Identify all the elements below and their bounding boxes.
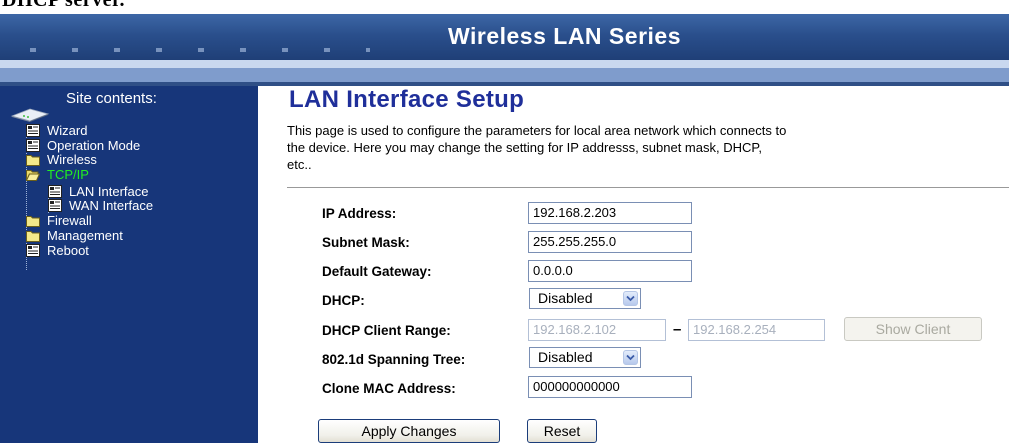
page-description: This page is used to configure the param… [287,122,1009,173]
top-caption-fragment: DHCP server. [0,0,1009,14]
dhcp-range-start-input[interactable]: 192.168.2.102 [528,319,666,341]
ip-address-label: IP Address: [322,206,397,221]
dhcp-select-value: Disabled [538,290,593,306]
default-gateway-label: Default Gateway: [322,264,432,279]
header-stripe [0,60,1009,68]
page-icon [26,244,40,257]
spanning-tree-label: 802.1d Spanning Tree: [322,352,466,367]
top-caption-text: DHCP server. [2,0,126,11]
apply-changes-button[interactable]: Apply Changes [318,419,500,443]
folder-icon [26,216,40,227]
page-icon [26,139,40,152]
description-line: etc.. [287,157,312,172]
sidebar-item-label: Management [47,228,123,243]
dhcp-range-separator: – [673,321,682,338]
sidebar-item-label: WAN Interface [69,198,154,213]
description-line: This page is used to configure the param… [287,123,787,138]
default-gateway-input[interactable]: 0.0.0.0 [528,260,692,282]
sidebar-item-label: LAN Interface [69,184,149,199]
sidebar-item-label: Firewall [47,213,92,228]
spanning-tree-select-value: Disabled [538,349,593,365]
dhcp-range-end-input[interactable]: 192.168.2.254 [688,319,825,341]
clone-mac-label: Clone MAC Address: [322,381,456,396]
sidebar-item-label: Operation Mode [47,138,141,153]
folder-open-icon [26,170,40,181]
banner-title: Wireless LAN Series [447,23,681,49]
header-stripe [0,68,1009,82]
page-title: LAN Interface Setup [289,86,525,113]
dhcp-label: DHCP: [322,293,365,308]
router-device-icon [10,108,50,122]
chevron-down-icon [623,350,638,365]
subnet-mask-input[interactable]: 255.255.255.0 [528,231,692,253]
sidebar-item-label: TCP/IP [47,167,89,182]
chevron-down-icon [623,291,638,306]
dhcp-select[interactable]: Disabled [529,288,641,309]
section-divider [287,187,1009,189]
folder-icon [26,231,40,242]
page-icon [48,199,62,212]
subnet-mask-label: Subnet Mask: [322,235,410,250]
page-icon [26,124,40,137]
header-banner: Wireless LAN Series [0,14,1009,60]
clone-mac-input[interactable]: 000000000000 [528,376,692,398]
folder-icon [26,155,40,166]
reset-button[interactable]: Reset [527,419,597,443]
sidebar-item-label: Wireless [47,152,97,167]
sidebar: Site contents: Wizard Operation Mode Wir… [0,86,258,443]
ip-address-input[interactable]: 192.168.2.203 [528,202,692,224]
sidebar-item-label: Wizard [47,123,88,138]
show-client-button[interactable]: Show Client [844,317,982,341]
dhcp-client-range-label: DHCP Client Range: [322,323,451,338]
page-icon [48,185,62,198]
sidebar-heading-text: Site contents: [66,90,157,107]
description-line: the device. Here you may change the sett… [287,140,762,155]
sidebar-item-label: Reboot [47,243,89,258]
spanning-tree-select[interactable]: Disabled [529,347,641,368]
